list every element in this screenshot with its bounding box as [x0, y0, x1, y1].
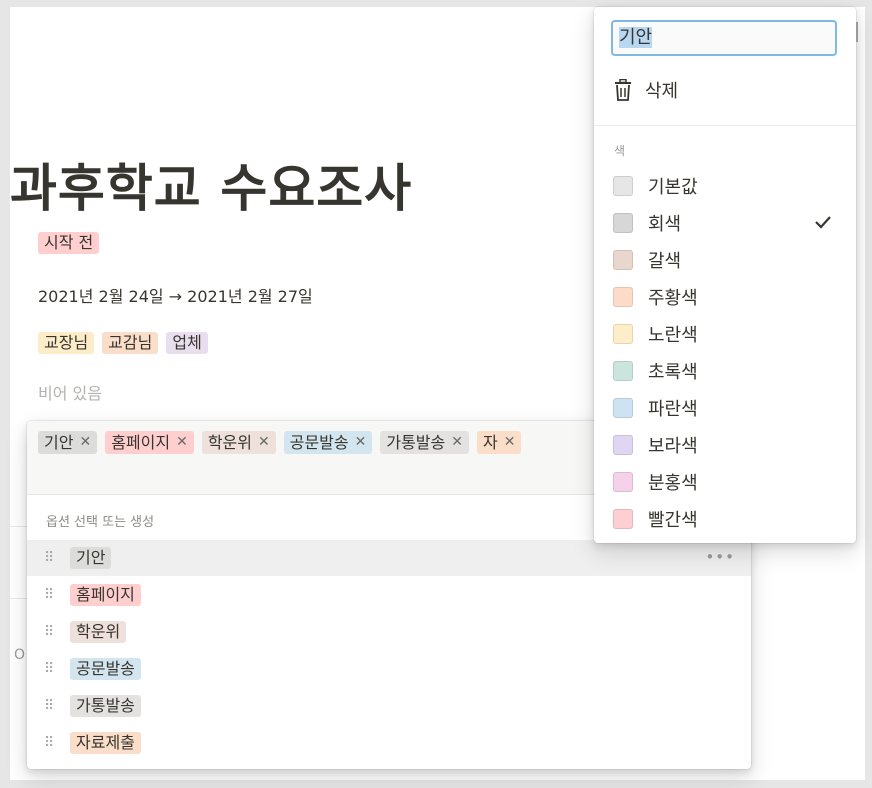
page-title[interactable]: 과후학교 수요조사 [10, 147, 412, 221]
option-row[interactable]: ⠿ 학운위 [27, 614, 751, 650]
color-swatch [613, 324, 633, 344]
delete-option-button[interactable]: 삭제 [613, 77, 678, 103]
color-swatch [613, 398, 633, 418]
color-label: 기본값 [648, 177, 698, 198]
remove-chip-icon[interactable]: ✕ [258, 432, 270, 453]
color-swatch [613, 287, 633, 307]
option-tag[interactable]: 기안 [70, 547, 112, 569]
side-text: O [14, 647, 26, 663]
trash-icon [615, 79, 631, 101]
status-badge[interactable]: 시작 전 [38, 232, 100, 254]
color-label: 보라색 [648, 436, 698, 457]
chip-label: 홈페이지 [111, 433, 171, 452]
color-section-label: 색 [614, 144, 626, 158]
color-option[interactable]: 노란색 [613, 319, 841, 349]
color-label: 빨간색 [648, 510, 698, 531]
date-property[interactable]: 2021년 2월 24일 → 2021년 2월 27일 [38, 283, 313, 307]
color-option[interactable]: 주황색 [613, 282, 841, 312]
color-swatch [613, 435, 633, 455]
color-swatch [613, 509, 633, 529]
selected-chip[interactable]: 기안 ✕ [38, 431, 98, 454]
person-tag[interactable]: 업체 [166, 332, 208, 354]
option-edit-menu: 기안 삭제 색 기본값회색갈색주황색노란색초록색파란색보라색분홍색빨간색 [594, 7, 856, 543]
color-option[interactable]: 빨간색 [613, 504, 841, 534]
drag-handle-icon[interactable]: ⠿ [44, 661, 70, 677]
remove-chip-icon[interactable]: ✕ [451, 432, 463, 453]
drag-handle-icon[interactable]: ⠿ [44, 587, 70, 603]
chip-label: 공문발송 [289, 433, 349, 452]
option-row[interactable]: ⠿ 홈페이지 [27, 577, 751, 613]
option-tag[interactable]: 홈페이지 [70, 584, 141, 606]
remove-chip-icon[interactable]: ✕ [355, 432, 367, 453]
color-option[interactable]: 초록색 [613, 356, 841, 386]
selected-chips: 기안 ✕ 홈페이지 ✕ 학운위 ✕ 공문발송 ✕ 가통발송 ✕ 자 ✕ [38, 431, 522, 454]
selected-chip[interactable]: 가통발송 ✕ [380, 431, 469, 454]
option-tag[interactable]: 가통발송 [70, 695, 141, 717]
option-row[interactable]: ⠿ 공문발송 [27, 651, 751, 687]
selected-chip[interactable]: 학운위 ✕ [201, 431, 276, 454]
color-label: 주황색 [648, 288, 698, 309]
color-swatch [613, 176, 633, 196]
color-swatch [613, 361, 633, 381]
drag-handle-icon[interactable]: ⠿ [44, 698, 70, 714]
chip-label: 기안 [44, 433, 74, 452]
empty-property[interactable]: 비어 있음 [38, 380, 102, 404]
option-row[interactable]: ⠿ 자료제출 [27, 725, 751, 761]
person-tag[interactable]: 교감님 [102, 332, 159, 354]
color-label: 파란색 [648, 399, 698, 420]
color-swatch [613, 472, 633, 492]
option-tag[interactable]: 공문발송 [70, 658, 141, 680]
more-options-icon[interactable]: ••• [705, 548, 735, 566]
color-option[interactable]: 회색 [613, 208, 841, 238]
chip-label: 가통발송 [386, 433, 446, 452]
option-name-input[interactable]: 기안 [611, 20, 837, 56]
color-label: 분홍색 [648, 473, 698, 494]
option-name-value[interactable]: 기안 [619, 27, 653, 48]
remove-chip-icon[interactable]: ✕ [79, 432, 91, 453]
color-option[interactable]: 갈색 [613, 245, 841, 275]
option-tag[interactable]: 자료제출 [70, 732, 141, 754]
delete-label: 삭제 [645, 81, 679, 102]
drag-handle-icon[interactable]: ⠿ [44, 550, 70, 566]
color-swatch [613, 250, 633, 270]
selected-chip[interactable]: 자 ✕ [476, 431, 522, 454]
color-label: 초록색 [648, 362, 698, 383]
color-label: 갈색 [648, 251, 682, 272]
menu-divider [594, 125, 856, 126]
remove-chip-icon[interactable]: ✕ [504, 432, 516, 453]
options-hint: 옵션 선택 또는 생성 [46, 515, 155, 530]
option-tag[interactable]: 학운위 [70, 621, 127, 643]
color-option[interactable]: 분홍색 [613, 467, 841, 497]
color-option[interactable]: 파란색 [613, 393, 841, 423]
chip-label: 학운위 [207, 433, 252, 452]
color-option[interactable]: 기본값 [613, 171, 841, 201]
color-label: 노란색 [648, 325, 698, 346]
drag-handle-icon[interactable]: ⠿ [44, 735, 70, 751]
window-edge-marker [856, 22, 858, 42]
color-label: 회색 [648, 214, 682, 235]
person-tags[interactable]: 교장님 교감님 업체 [38, 332, 208, 354]
selected-chip[interactable]: 홈페이지 ✕ [105, 431, 194, 454]
color-swatch [613, 213, 633, 233]
remove-chip-icon[interactable]: ✕ [176, 432, 188, 453]
person-tag[interactable]: 교장님 [38, 332, 95, 354]
color-option[interactable]: 보라색 [613, 430, 841, 460]
selected-chip[interactable]: 공문발송 ✕ [283, 431, 373, 454]
option-row[interactable]: ⠿ 가통발송 [27, 688, 751, 724]
checkmark-icon [815, 216, 831, 229]
chip-label: 자 [482, 433, 498, 452]
option-row[interactable]: ⠿ 기안 ••• [27, 540, 751, 576]
drag-handle-icon[interactable]: ⠿ [44, 624, 70, 640]
status-property[interactable]: 시작 전 [38, 232, 100, 254]
